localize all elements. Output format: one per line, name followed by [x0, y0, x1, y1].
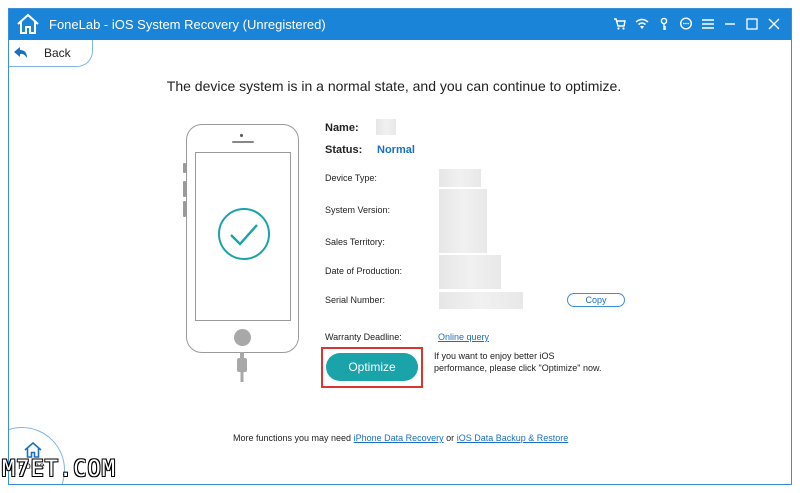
window-title: FoneLab - iOS System Recovery (Unregiste…	[49, 17, 326, 32]
phone-screen	[195, 152, 291, 321]
phone-side-button	[183, 201, 186, 217]
phone-side-button	[183, 163, 186, 173]
back-label: Back	[44, 46, 71, 60]
status-value: Normal	[377, 144, 415, 156]
phone-side-button	[183, 181, 186, 197]
iphone-data-recovery-link[interactable]: iPhone Data Recovery	[354, 433, 444, 443]
name-label: Name:	[325, 122, 359, 134]
system-version-label: System Version:	[325, 205, 391, 215]
back-button[interactable]: Back	[9, 40, 93, 67]
ios-backup-restore-link[interactable]: iOS Data Backup & Restore	[457, 433, 569, 443]
device-type-value-redacted	[439, 169, 481, 187]
close-icon[interactable]	[765, 15, 783, 33]
online-query-link[interactable]: Online query	[438, 332, 489, 342]
minimize-icon[interactable]	[721, 15, 739, 33]
production-date-label: Date of Production:	[325, 266, 403, 276]
system-version-value-redacted	[439, 189, 487, 253]
optimize-hint: If you want to enjoy better iOS performa…	[434, 351, 602, 373]
cable-icon	[237, 352, 247, 382]
app-window: FoneLab - iOS System Recovery (Unregiste…	[8, 8, 792, 485]
device-type-label: Device Type:	[325, 173, 377, 183]
name-value-redacted	[376, 119, 396, 135]
status-headline: The device system is in a normal state, …	[166, 78, 622, 94]
cart-icon[interactable]	[611, 15, 629, 33]
serial-number-value-redacted	[439, 292, 523, 309]
phone-camera	[240, 134, 243, 137]
wifi-icon[interactable]	[633, 15, 651, 33]
title-bar: FoneLab - iOS System Recovery (Unregiste…	[9, 9, 791, 40]
title-bar-controls	[611, 15, 783, 33]
copy-button[interactable]: Copy	[567, 293, 625, 307]
back-arrow-icon	[14, 47, 27, 58]
menu-icon[interactable]	[699, 15, 717, 33]
serial-number-label: Serial Number:	[325, 295, 386, 305]
phone-illustration	[183, 124, 299, 353]
footer-more-functions: More functions you may need iPhone Data …	[233, 433, 568, 443]
footer-prefix: More functions you may need	[233, 433, 352, 443]
maximize-icon[interactable]	[743, 15, 761, 33]
phone-speaker	[232, 141, 254, 143]
app-home-icon	[17, 13, 39, 34]
home-icon[interactable]	[24, 442, 42, 458]
chat-icon[interactable]	[677, 15, 695, 33]
warranty-label: Warranty Deadline:	[325, 332, 402, 342]
phone-home-button	[234, 329, 251, 346]
status-label: Status:	[325, 144, 363, 156]
watermark: M7ET.COM	[2, 457, 116, 482]
check-circle-icon	[218, 208, 270, 260]
key-icon[interactable]	[655, 15, 673, 33]
production-date-value-redacted	[439, 255, 501, 289]
sales-territory-label: Sales Territory:	[325, 237, 385, 247]
footer-separator: or	[446, 433, 455, 443]
optimize-button[interactable]: Optimize	[326, 353, 418, 381]
